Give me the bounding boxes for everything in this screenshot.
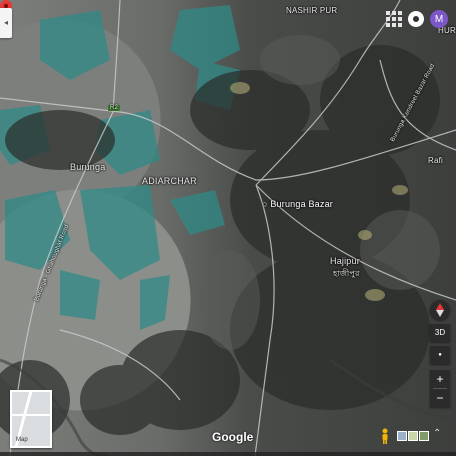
satellite-map[interactable]: NASHIR PUR HUR R2 Burunga ADIARCHAR Haji…: [0, 0, 456, 456]
compass-icon[interactable]: [430, 300, 450, 320]
expand-chevron-icon[interactable]: ⌃: [433, 428, 441, 439]
pegman-icon[interactable]: [380, 428, 390, 444]
footer-bar: [0, 452, 456, 456]
map-controls: 3D ● + −: [430, 300, 450, 407]
place-name-burunga-bazar[interactable]: ○ Burunga Bazar: [262, 199, 333, 209]
top-right-toolbar: M: [386, 10, 448, 28]
rotate-button[interactable]: ●: [430, 346, 450, 364]
imagery-thumbnails[interactable]: [397, 431, 429, 441]
notifications-icon[interactable]: [408, 11, 424, 27]
road-shield-r2: R2: [108, 105, 121, 111]
label-rafi: Rafi: [428, 156, 444, 165]
zoom-controls: + −: [430, 370, 450, 407]
zoom-in-button[interactable]: +: [430, 370, 450, 388]
account-avatar[interactable]: M: [430, 10, 448, 28]
label-adiarchar: ADIARCHAR: [142, 176, 197, 186]
label-hajipur: Hajipur: [330, 256, 360, 266]
map-layer-toggle[interactable]: Map: [10, 390, 52, 448]
collapse-panel-button[interactable]: ◂: [0, 8, 12, 38]
zoom-out-button[interactable]: −: [430, 389, 450, 407]
google-logo: Google: [212, 430, 254, 444]
label-hajipur-bengali: হাজীপুর: [333, 269, 360, 278]
minimap-label: Map: [16, 437, 28, 443]
label-burunga: Burunga: [70, 162, 106, 172]
label-nashir-pur: NASHIR PUR: [286, 6, 338, 15]
apps-grid-icon[interactable]: [386, 11, 402, 27]
tilt-3d-button[interactable]: 3D: [430, 324, 450, 342]
